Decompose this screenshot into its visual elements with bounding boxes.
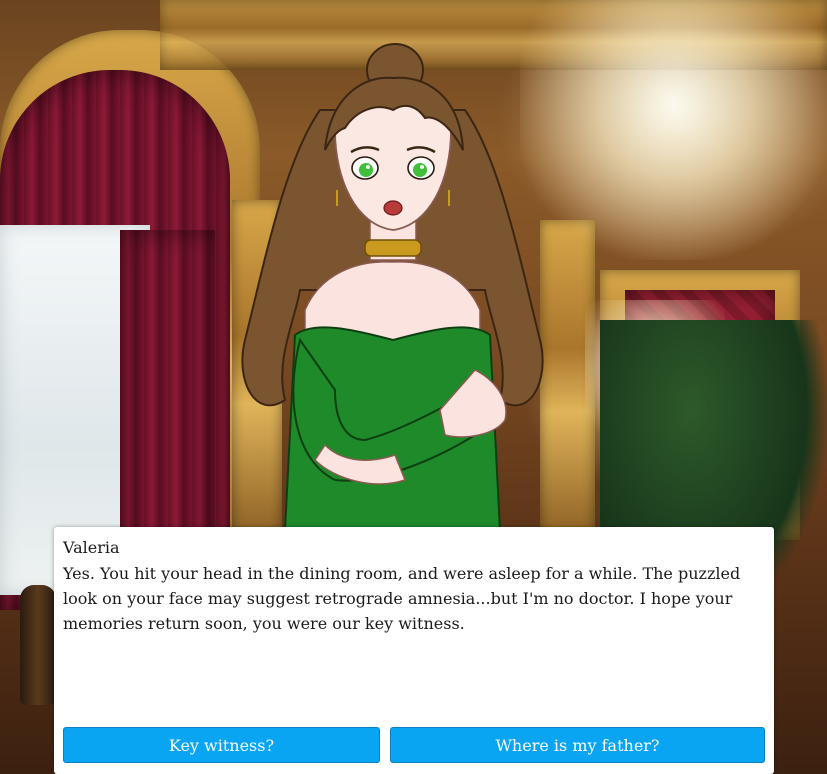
speaker-name: Valeria [63,538,120,557]
vase-left [20,585,56,705]
character-valeria [225,40,560,531]
chandelier-large [520,0,827,260]
choice-where-is-my-father-button[interactable]: Where is my father? [390,727,765,763]
dialogue-box: Valeria Yes. You hit your head in the di… [54,527,774,774]
dialogue-text: Yes. You hit your head in the dining roo… [63,564,741,633]
choice-key-witness-button[interactable]: Key witness? [63,727,380,763]
